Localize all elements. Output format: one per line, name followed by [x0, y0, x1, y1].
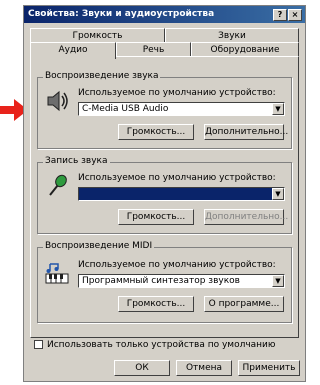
- recording-advanced-button[interactable]: Дополнительно...: [204, 209, 288, 225]
- playback-device-value: C-Media USB Audio: [82, 104, 169, 114]
- close-button[interactable]: ×: [288, 9, 302, 21]
- default-only-label: Использовать только устройства по умолча…: [47, 340, 276, 350]
- midi-device-label: Используемое по умолчанию устройство:: [78, 260, 276, 270]
- speaker-icon: [47, 90, 68, 112]
- recording-device-label: Используемое по умолчанию устройство:: [78, 173, 276, 183]
- tab-speech[interactable]: Речь: [116, 42, 191, 57]
- ok-button[interactable]: ОК: [114, 360, 170, 376]
- midi-device-select[interactable]: Программный синтезатор звуков ▼: [78, 274, 285, 288]
- properties-dialog: Свойства: Звуки и аудиоустройства ? × Гр…: [23, 5, 306, 382]
- playback-group-title: Воспроизведение звука: [43, 71, 161, 81]
- microphone-icon: [49, 174, 67, 196]
- midi-volume-button[interactable]: Громкость...: [118, 296, 194, 312]
- recording-device-select[interactable]: ▼: [78, 187, 285, 201]
- chevron-down-icon[interactable]: ▼: [272, 275, 284, 287]
- midi-group: Воспроизведение MIDI Используемое по умо…: [37, 241, 292, 323]
- tab-audio[interactable]: Аудио: [30, 42, 116, 59]
- recording-group-title: Запись звука: [43, 156, 110, 166]
- tab-hardware[interactable]: Оборудование: [191, 42, 299, 57]
- playback-device-select[interactable]: C-Media USB Audio ▼: [78, 102, 285, 116]
- midi-device-value: Программный синтезатор звуков: [82, 276, 240, 286]
- recording-group: Запись звука Используемое по умолчанию у…: [37, 156, 292, 234]
- window-title: Свойства: Звуки и аудиоустройства: [28, 9, 215, 19]
- tab-panel-audio: Воспроизведение звука Используемое по ум…: [30, 56, 299, 338]
- cancel-button[interactable]: Отмена: [176, 360, 232, 376]
- tab-row-top: Громкость Звуки: [30, 28, 299, 42]
- playback-device-label: Используемое по умолчанию устройство:: [78, 88, 276, 98]
- midi-group-title: Воспроизведение MIDI: [43, 241, 155, 251]
- tab-row-bottom: Аудио Речь Оборудование: [30, 42, 299, 59]
- apply-button[interactable]: Применить: [238, 360, 300, 376]
- midi-about-button[interactable]: О программе...: [204, 296, 284, 312]
- chevron-down-icon[interactable]: ▼: [272, 103, 284, 115]
- tab-sounds[interactable]: Звуки: [165, 28, 299, 42]
- playback-advanced-button[interactable]: Дополнительно...: [204, 124, 288, 140]
- tab-volume[interactable]: Громкость: [30, 28, 165, 42]
- checkbox-box[interactable]: [34, 340, 43, 349]
- playback-group: Воспроизведение звука Используемое по ум…: [37, 71, 292, 149]
- default-only-checkbox[interactable]: Использовать только устройства по умолча…: [34, 340, 275, 350]
- title-bar: Свойства: Звуки и аудиоустройства: [24, 6, 305, 23]
- recording-volume-button[interactable]: Громкость...: [118, 209, 194, 225]
- playback-volume-button[interactable]: Громкость...: [118, 124, 194, 140]
- midi-keyboard-icon: [45, 263, 69, 284]
- help-button[interactable]: ?: [273, 9, 287, 21]
- chevron-down-icon[interactable]: ▼: [272, 188, 284, 200]
